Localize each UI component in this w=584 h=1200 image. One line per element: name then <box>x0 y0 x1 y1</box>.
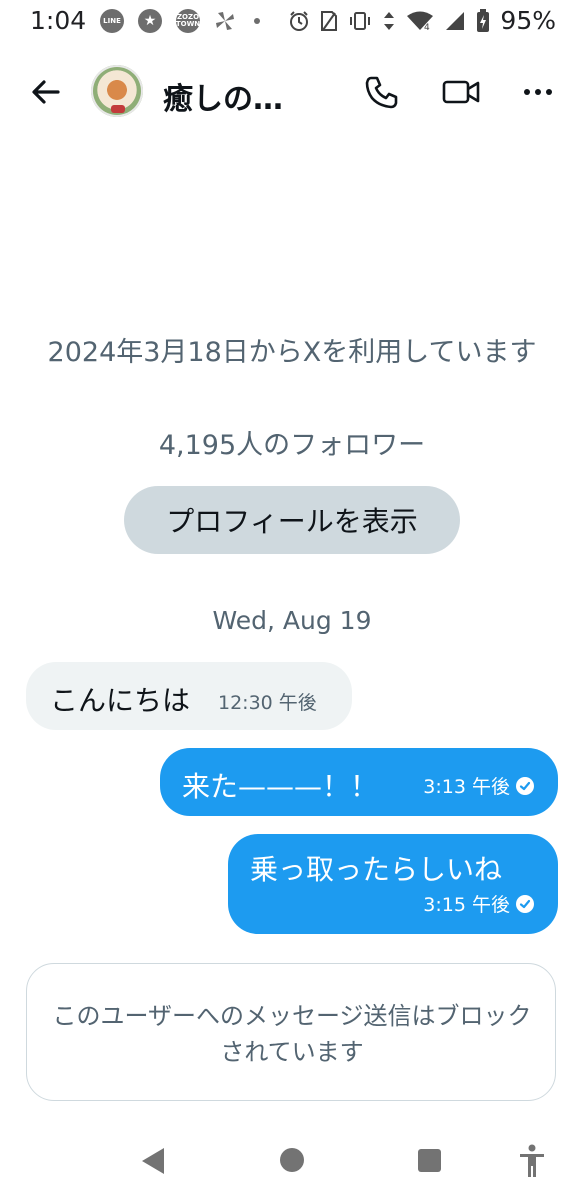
avatar-ribbon <box>111 105 125 113</box>
message-meta: 3:15 午後 <box>423 890 534 917</box>
more-notifications-dot-icon <box>254 18 260 24</box>
svg-text:4: 4 <box>424 23 430 32</box>
battery-percentage: 95% <box>500 6 556 35</box>
battery-charging-icon <box>477 8 490 32</box>
star-icon: ★ <box>138 9 162 33</box>
conversation-title[interactable]: 癒しの… <box>163 74 283 118</box>
blocked-notice: このユーザーへのメッセージ送信はブロックされています <box>26 963 556 1101</box>
conversation-header: 癒しの… <box>0 58 584 124</box>
read-check-icon <box>516 776 534 795</box>
message-bubble-sent[interactable]: 乗っ取ったらしいね 3:15 午後 <box>228 834 558 934</box>
zozotown-icon: ZOZO TOWN <box>176 9 200 33</box>
message-bubble-received[interactable]: こんにちは 12:30 午後 <box>26 662 352 730</box>
message-text: 乗っ取ったらしいね <box>250 853 503 886</box>
nav-recents-icon[interactable] <box>418 1149 441 1172</box>
followers-count-text: 4,195人のフォロワー <box>158 430 426 461</box>
message-text: こんにちは <box>50 684 191 717</box>
no-sim-icon <box>321 10 338 31</box>
message-meta: 3:13 午後 <box>423 772 534 799</box>
message-bubble-sent[interactable]: 来た———！！ 3:13 午後 <box>160 748 558 816</box>
message-time: 3:13 午後 <box>423 776 510 798</box>
message-time: 3:15 午後 <box>423 894 510 916</box>
message-time: 12:30 午後 <box>218 692 317 714</box>
alarm-icon <box>290 10 309 31</box>
data-transfer-icon <box>384 11 395 30</box>
read-check-icon <box>516 894 534 913</box>
pinwheel-icon <box>216 12 234 30</box>
line-icon: LINE <box>100 9 124 33</box>
system-status: 4 95% <box>288 6 556 35</box>
view-profile-button[interactable]: プロフィールを表示 <box>124 486 460 554</box>
status-bar: 1:04 LINE ★ ZOZO TOWN 4 95% <box>0 0 584 44</box>
date-divider: Wed, Aug 19 <box>212 606 372 635</box>
wifi-icon: 4 <box>407 11 434 32</box>
vibrate-icon <box>350 11 371 30</box>
back-arrow-icon[interactable] <box>26 72 66 112</box>
phone-call-icon[interactable] <box>362 72 402 112</box>
avatar[interactable] <box>91 65 143 117</box>
nav-home-icon[interactable] <box>280 1148 304 1172</box>
nav-back-icon[interactable] <box>140 1146 166 1176</box>
blocked-notice-text: このユーザーへのメッセージ送信はブロックされています <box>52 1002 532 1066</box>
navigation-bar <box>0 1130 584 1194</box>
status-time: 1:04 <box>30 6 87 35</box>
message-text: 来た———！！ <box>182 770 379 803</box>
notification-icons: LINE ★ ZOZO TOWN <box>100 9 260 33</box>
joined-date-text: 2024年3月18日からXを利用しています <box>47 337 537 368</box>
cell-signal-icon <box>446 11 465 30</box>
video-call-icon[interactable] <box>440 72 482 112</box>
more-options-icon[interactable] <box>518 72 558 112</box>
accessibility-icon[interactable] <box>518 1144 546 1178</box>
